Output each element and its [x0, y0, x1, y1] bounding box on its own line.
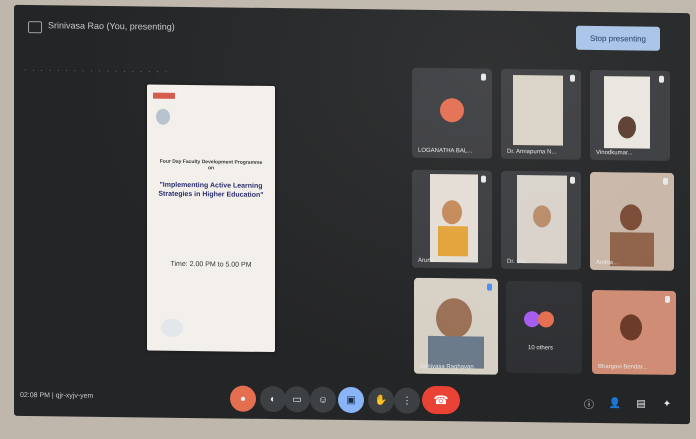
slide-toolbar[interactable]: · · · · · · · · · · · · · · · · · ·: [24, 67, 264, 80]
participant-name: Dr. Annapurna N...: [507, 148, 557, 156]
mic-toggle-button[interactable]: ●: [230, 385, 256, 412]
person-clothing: [438, 226, 468, 257]
mic-icon: [487, 283, 492, 291]
shared-slide: Four Day Faculty Development Programme o…: [147, 84, 275, 353]
mic-icon: [481, 73, 486, 81]
video-feed: [513, 74, 563, 146]
program-title: Four Day Faculty Development Programme o…: [159, 158, 263, 172]
program-date: [157, 245, 265, 246]
meeting-clock: 02:08 PM | qjr-xyjv-yem: [20, 391, 94, 400]
participant-name: LOGANATHA BAL...: [418, 147, 473, 155]
participant-tile[interactable]: Aruna...: [412, 169, 492, 269]
mic-icon: [570, 74, 575, 82]
mic-icon: [659, 75, 664, 83]
organization-header: [183, 93, 263, 112]
others-count: 10 others: [528, 345, 554, 352]
presenter-title: Srinivasa Rao (You, presenting): [48, 20, 175, 32]
program-time: Time: 2.00 PM to 5.00 PM: [170, 260, 252, 269]
avatar: [538, 311, 554, 328]
person-silhouette: [442, 200, 462, 225]
participant-tile[interactable]: Vinodkumar...: [590, 69, 670, 161]
people-icon: 👤: [608, 397, 622, 409]
captions-button[interactable]: ▭: [284, 386, 310, 413]
participant-name: Vinodkumar...: [596, 149, 633, 157]
mic-icon: ●: [239, 393, 247, 405]
emoji-button[interactable]: ☺: [310, 386, 336, 413]
program-topic: "Implementing Active Learning Strategies…: [158, 181, 264, 199]
avatar: [440, 98, 464, 123]
end-call-icon: ☎: [433, 392, 449, 408]
info-icon: ⓘ: [584, 399, 594, 411]
person-silhouette: [620, 314, 642, 341]
participant-tile[interactable]: Dr. Annapurna N...: [501, 68, 581, 160]
mic-icon: [663, 177, 668, 185]
end-call-button[interactable]: ☎: [422, 385, 460, 415]
people-button[interactable]: 👤: [608, 396, 622, 410]
participant-tile[interactable]: Bhargavi Bendar...: [592, 289, 676, 375]
person-silhouette: [618, 116, 636, 139]
chat-button[interactable]: ▤: [634, 396, 648, 410]
others-tile[interactable]: 10 others: [506, 280, 582, 374]
person-silhouette: [533, 205, 551, 228]
participant-tile[interactable]: Srinivasa Raghavan: [414, 277, 498, 375]
more-options-button[interactable]: ⋮: [394, 387, 420, 414]
present-button[interactable]: ▣: [338, 386, 364, 414]
monitor-frame: Srinivasa Rao (You, presenting) Stop pre…: [0, 0, 696, 439]
college-logo: [153, 92, 175, 99]
activities-icon: ✦: [662, 398, 672, 410]
control-bar: 02:08 PM | qjr-xyjv-yem ● ◐ ▭ ☺ ▣ ✋ ⋮ ☎ …: [14, 365, 690, 424]
presentation-area: · · · · · · · · · · · · · · · · · · Four…: [14, 55, 414, 360]
meeting-window: Srinivasa Rao (You, presenting) Stop pre…: [14, 4, 690, 425]
stop-presenting-button[interactable]: Stop presenting: [576, 25, 660, 51]
participant-name: Aruna...: [418, 257, 440, 265]
emoji-icon: ☺: [317, 394, 329, 406]
camera-icon: ◐: [269, 393, 277, 405]
top-bar: Srinivasa Rao (You, presenting) Stop pre…: [14, 5, 690, 55]
participant-name: Bhargavi Bendar...: [598, 364, 648, 371]
participant-tile[interactable]: Anitha...: [590, 171, 674, 271]
info-button[interactable]: ⓘ: [582, 396, 596, 410]
person-silhouette: [436, 298, 472, 339]
activities-button[interactable]: ✦: [660, 397, 674, 411]
chat-icon: ▤: [636, 397, 646, 410]
seal-icon: [161, 318, 183, 337]
emblem-icon: [156, 108, 170, 125]
participant-tile[interactable]: Dr. Sai...: [501, 170, 581, 270]
present-icon: ▣: [346, 394, 356, 406]
participant-name: Anitha...: [596, 259, 619, 267]
camera-toggle-button[interactable]: ◐: [260, 385, 286, 413]
mic-icon: [665, 295, 670, 303]
participant-tile[interactable]: LOGANATHA BAL...: [412, 67, 492, 159]
mic-icon: [570, 176, 575, 184]
slide-subtitle: [167, 145, 255, 146]
raise-hand-button[interactable]: ✋: [368, 387, 394, 414]
mic-icon: [481, 175, 486, 183]
more-icon: ⋮: [402, 395, 412, 407]
screen-share-icon: [28, 21, 42, 34]
participant-name: Dr. Sai...: [507, 258, 531, 266]
person-silhouette: [620, 204, 642, 231]
raise-hand-icon: ✋: [374, 394, 388, 406]
captions-icon: ▭: [292, 393, 302, 405]
